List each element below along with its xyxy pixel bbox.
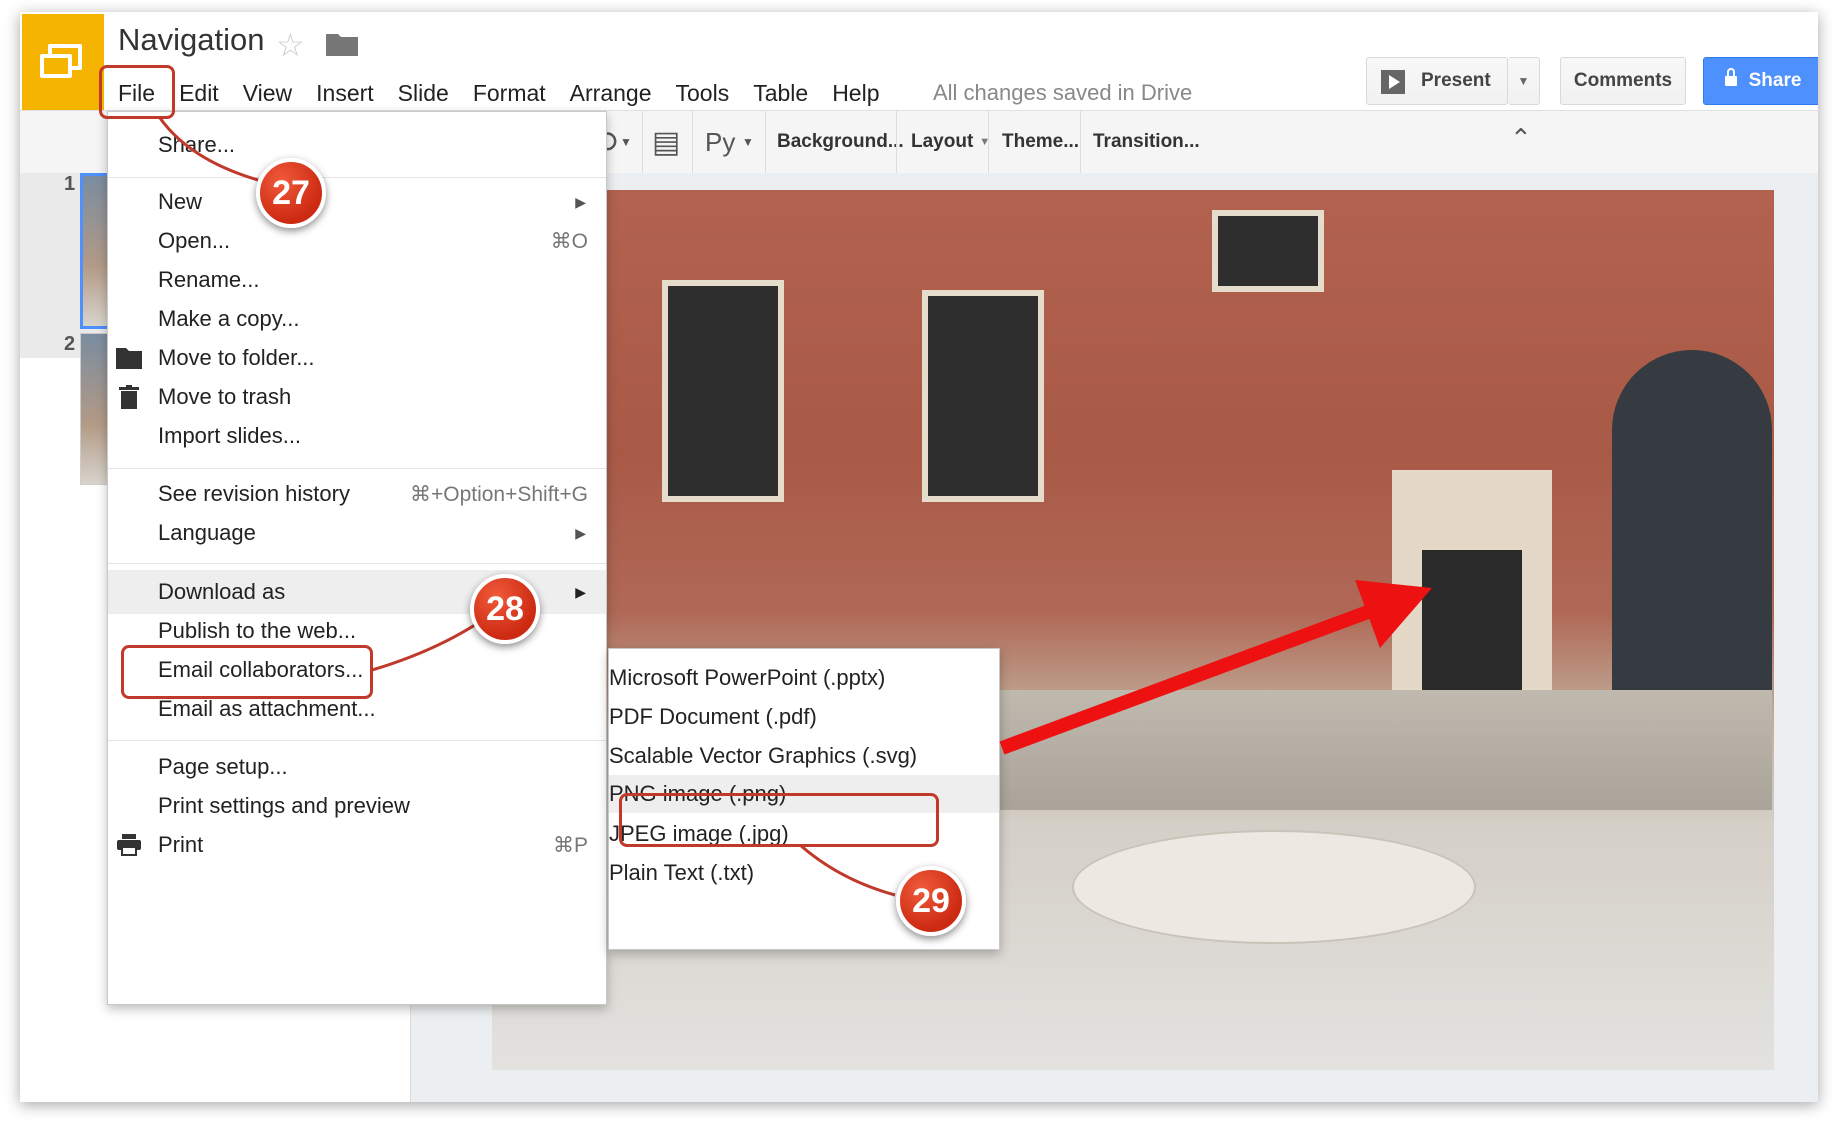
- file-menu-highlight: [99, 65, 175, 119]
- download-as-highlight: [121, 645, 373, 699]
- png-image-highlight: [619, 793, 939, 847]
- red-arrow-line: [999, 593, 1403, 755]
- callout-badge-27: 27: [256, 158, 326, 228]
- callout-badge-29: 29: [896, 866, 966, 936]
- callout-27-leader: [158, 117, 259, 182]
- callout-badge-28: 28: [470, 574, 540, 644]
- callout-29-leader: [799, 843, 896, 897]
